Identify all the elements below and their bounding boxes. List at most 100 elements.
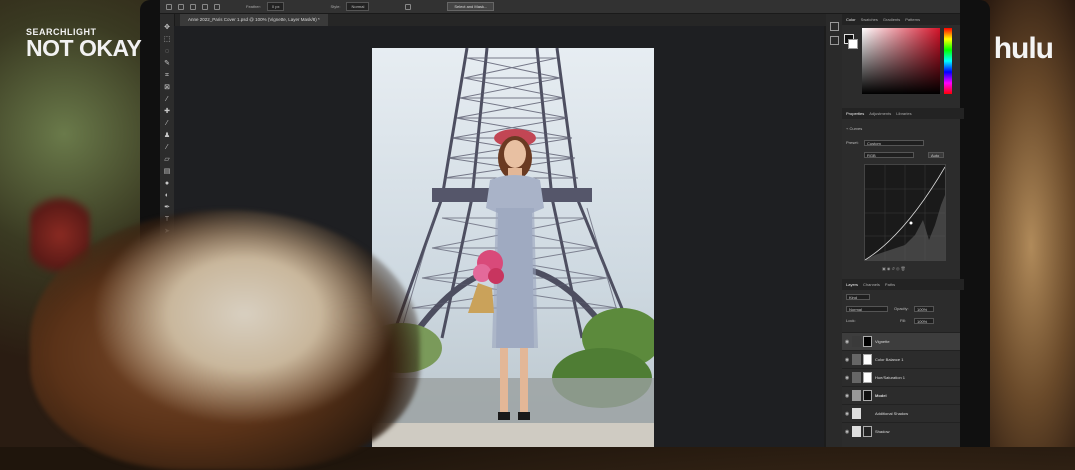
hue-slider[interactable] [944, 28, 952, 94]
background-color-swatch[interactable] [848, 39, 858, 49]
adjustment-name: Curves [849, 126, 863, 131]
lock-label: Lock: [846, 318, 856, 323]
layer-mask-thumbnail[interactable] [863, 354, 872, 365]
opacity-label: Opacity: [894, 306, 909, 311]
clone-stamp-icon[interactable]: ♟ [163, 132, 171, 140]
history-icon[interactable] [830, 22, 839, 31]
healing-brush-icon[interactable]: ✚ [163, 108, 171, 116]
eraser-tool-icon[interactable]: ▱ [163, 156, 171, 164]
new-selection-icon[interactable] [190, 3, 196, 10]
feather-label: Feather: [246, 4, 261, 9]
quick-select-icon[interactable]: ✎ [163, 60, 171, 68]
properties-footer-icons: ▣ ◉ ↺ ◎ 🗑 [882, 266, 906, 271]
crop-tool-icon[interactable]: ⌗ [163, 72, 171, 80]
panel-icon-strip [826, 14, 843, 447]
visibility-eye-icon[interactable]: ◉ [842, 357, 852, 363]
layer-row[interactable]: ◉ Hue/Saturation 1 [842, 368, 960, 386]
tab-layers[interactable]: Layers [846, 282, 858, 287]
style-dropdown[interactable]: Normal [346, 2, 370, 11]
preset-label: Preset: [846, 140, 859, 145]
tab-libraries[interactable]: Libraries [896, 111, 911, 116]
layers-panel-tabs: Layers Channels Paths [842, 279, 964, 290]
select-and-mask-button[interactable]: Select and Mask... [447, 2, 495, 11]
lasso-tool-icon[interactable]: ◌ [163, 48, 171, 56]
subtract-selection-icon[interactable] [214, 3, 220, 10]
layer-row[interactable]: ◉ Additional Shadow [842, 404, 960, 422]
history-brush-icon[interactable]: ⁄ [163, 144, 171, 152]
color-picker-field[interactable] [862, 28, 940, 94]
info-icon[interactable] [830, 36, 839, 45]
fill-input[interactable]: 100% [914, 318, 934, 324]
layer-name: Shadow [875, 429, 890, 434]
layer-mask-thumbnail[interactable] [863, 426, 872, 437]
film-title: NOT OKAY [26, 35, 142, 61]
channel-dropdown[interactable]: RGB [864, 152, 914, 158]
curves-plot [864, 165, 946, 261]
layer-row[interactable]: ◉ Shadow [842, 422, 960, 440]
layer-thumbnail [852, 354, 861, 365]
layer-row[interactable]: ◉ Vignette [842, 332, 960, 350]
layer-name: Model [875, 393, 887, 398]
eyedropper-tool-icon[interactable]: ⁄ [163, 96, 171, 104]
opacity-input[interactable]: 100% [914, 306, 934, 312]
hulu-logo: hulu [993, 32, 1054, 65]
auto-button[interactable]: Auto [928, 152, 944, 158]
layer-thumbnail [852, 426, 861, 437]
color-panel-tabs: Color Swatches Gradients Patterns [842, 14, 960, 25]
layer-mask-thumbnail[interactable] [863, 390, 872, 401]
swap-icon[interactable] [405, 3, 412, 10]
right-panels: Color Swatches Gradients Patterns Proper… [826, 14, 964, 447]
feather-input[interactable]: 0 px [266, 2, 285, 11]
layer-thumbnail [852, 408, 861, 419]
move-tool-icon[interactable]: ✥ [163, 24, 171, 32]
tab-gradients[interactable]: Gradients [883, 17, 900, 22]
fill-label: Fill: [900, 318, 907, 323]
blend-mode-dropdown[interactable]: Normal [846, 306, 888, 312]
layer-kind-filter[interactable]: Kind [846, 294, 870, 300]
layer-thumbnail [852, 336, 861, 347]
tab-channels[interactable]: Channels [863, 282, 880, 287]
layer-name: Vignette [875, 339, 890, 344]
visibility-eye-icon[interactable]: ◉ [842, 393, 852, 399]
layer-name: Hue/Saturation 1 [875, 375, 906, 380]
gradient-tool-icon[interactable]: ▤ [163, 168, 171, 176]
options-bar: Feather: 0 px Style: Normal Select and M… [160, 0, 960, 14]
marquee-tool-icon[interactable] [178, 3, 184, 10]
add-selection-icon[interactable] [202, 3, 208, 10]
layer-mask-thumbnail[interactable] [863, 336, 872, 347]
document-tab[interactable]: Anne 2022_Paris Cover 1.psd @ 100% (Vign… [180, 14, 328, 26]
layer-thumbnail [852, 390, 861, 401]
dodge-tool-icon[interactable]: ◐ [163, 192, 171, 200]
visibility-eye-icon[interactable]: ◉ [842, 339, 852, 345]
tab-properties[interactable]: Properties [846, 111, 864, 116]
marquee-tool-icon[interactable]: ⬚ [163, 36, 171, 44]
properties-panel-tabs: Properties Adjustments Libraries [842, 108, 964, 119]
curves-graph[interactable] [864, 164, 946, 261]
tab-adjustments[interactable]: Adjustments [869, 111, 891, 116]
visibility-eye-icon[interactable]: ◉ [842, 375, 852, 381]
panel-column: Color Swatches Gradients Patterns Proper… [842, 14, 964, 447]
layer-row[interactable]: ◉ Model [842, 386, 960, 404]
tab-color[interactable]: Color [846, 17, 856, 22]
document-tab-bar: Anne 2022_Paris Cover 1.psd @ 100% (Vign… [174, 14, 834, 26]
curves-icon: ⌁ [846, 126, 849, 131]
tab-paths[interactable]: Paths [885, 282, 895, 287]
dog-foreground [30, 210, 420, 470]
layer-mask-thumbnail[interactable] [863, 372, 872, 383]
searchlight-logo: SEARCHLIGHT NOT OKAY [26, 28, 142, 61]
brush-tool-icon[interactable]: ⁄ [163, 120, 171, 128]
visibility-eye-icon[interactable]: ◉ [842, 411, 852, 417]
layer-name: Color Balance 1 [875, 357, 904, 362]
visibility-eye-icon[interactable]: ◉ [842, 429, 852, 435]
pen-tool-icon[interactable]: ✒ [163, 204, 171, 212]
home-icon[interactable] [166, 3, 172, 10]
tab-swatches[interactable]: Swatches [861, 17, 878, 22]
layer-row[interactable]: ◉ Color Balance 1 [842, 350, 960, 368]
tab-patterns[interactable]: Patterns [905, 17, 920, 22]
layer-thumbnail [852, 372, 861, 383]
blur-tool-icon[interactable]: ● [163, 180, 171, 188]
curves-header: ⌁ Curves [846, 126, 862, 131]
layer-name: Additional Shadow [875, 411, 909, 416]
frame-tool-icon[interactable]: ⊠ [163, 84, 171, 92]
preset-dropdown[interactable]: Custom [864, 140, 924, 146]
